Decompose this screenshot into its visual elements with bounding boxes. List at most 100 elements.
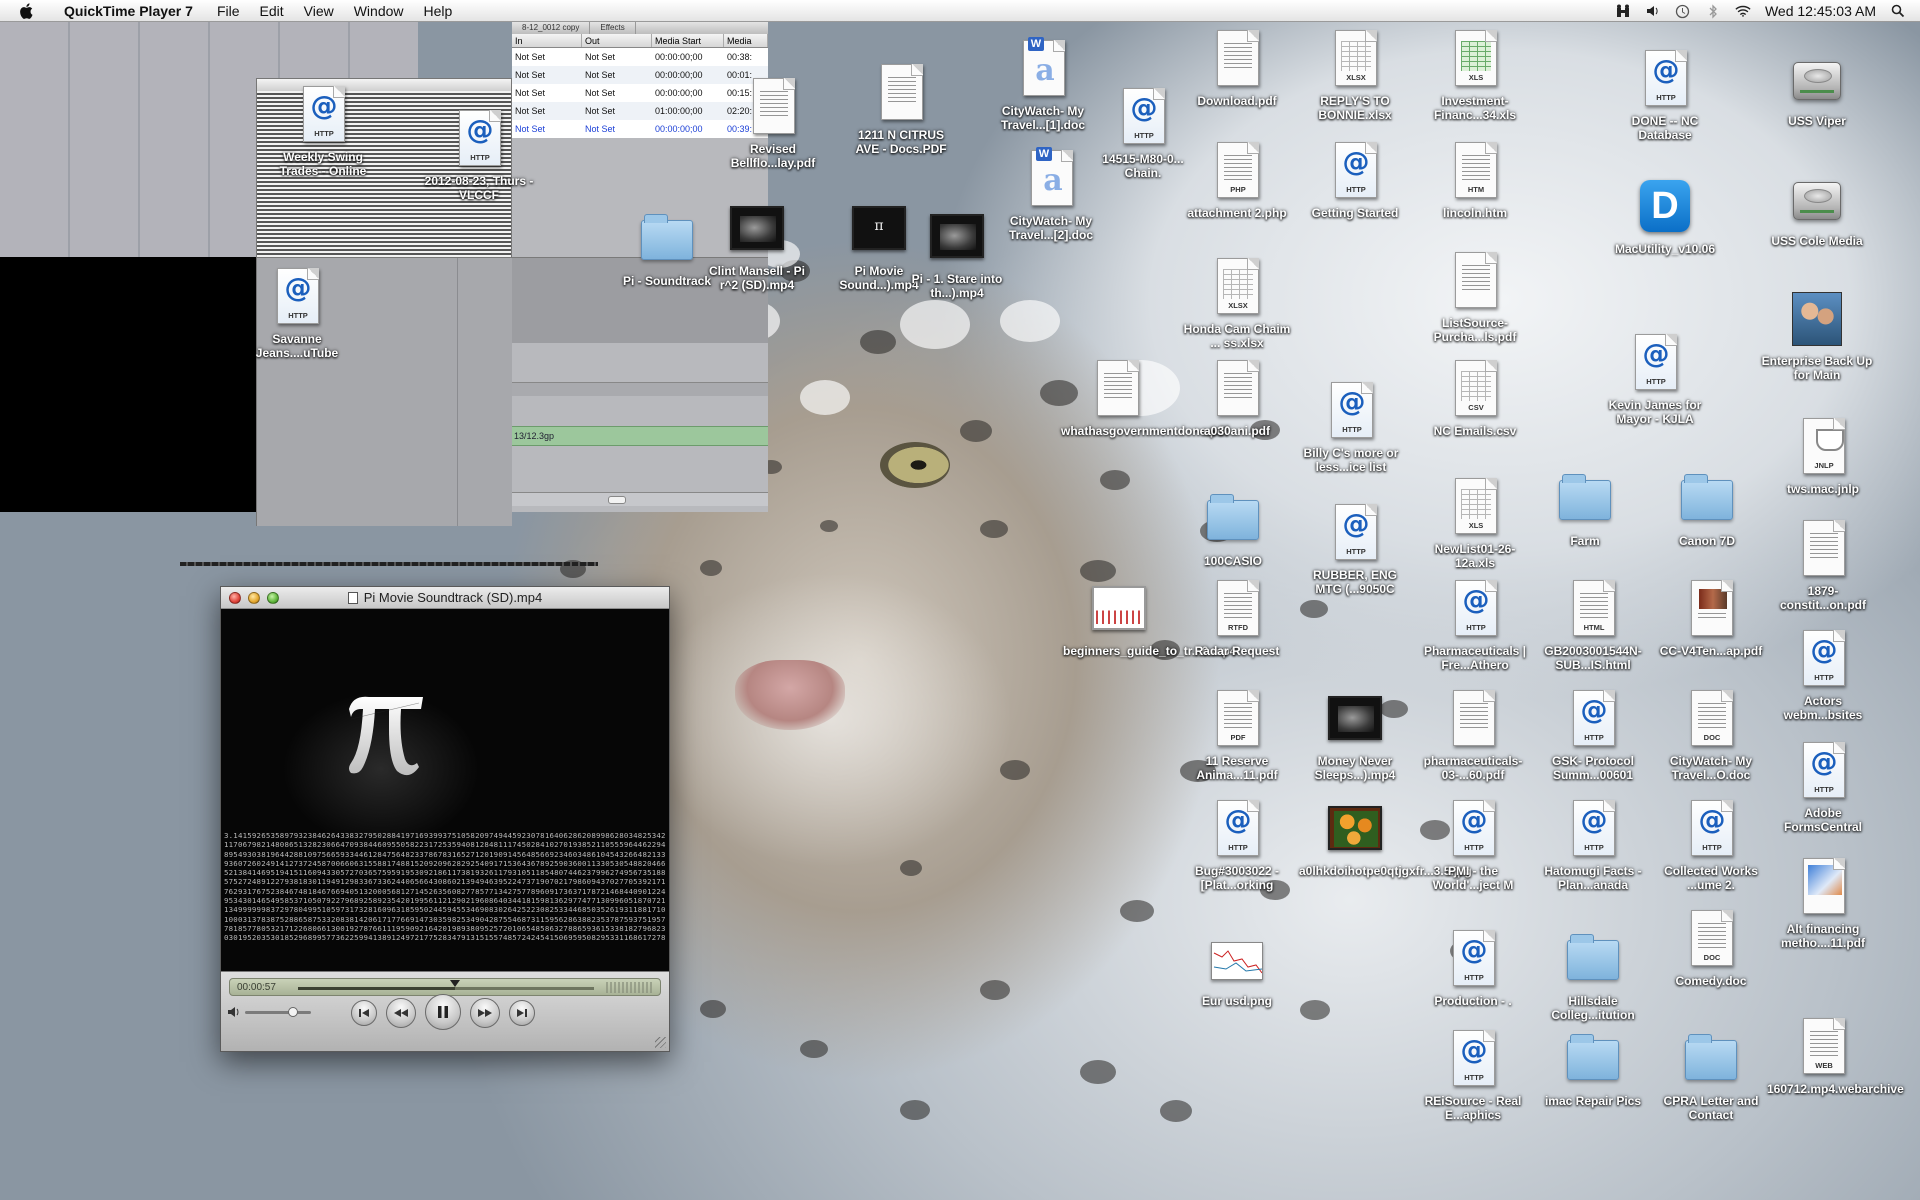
desktop-icon[interactable]: PDF 11 Reserve Anima...11.pdf xyxy=(1181,690,1293,782)
desktop-icon[interactable]: XLSX REPLY'S TO BONNIE.xlsx xyxy=(1299,30,1411,122)
desktop-icon[interactable]: HTM lincoln.htm xyxy=(1419,142,1531,220)
desktop-icon[interactable]: pharmaceuticals-03-...60.pdf xyxy=(1417,690,1529,782)
playback-track[interactable] xyxy=(298,980,594,990)
desktop-icon[interactable]: @ HTTP Collected Works ...ume 2. xyxy=(1655,800,1767,892)
desktop-icon[interactable]: @ HTTP Getting Started xyxy=(1299,142,1411,220)
desktop-icon[interactable]: WEB 160712.mp4.webarchive xyxy=(1767,1018,1904,1096)
desktop-icon[interactable]: Wa CityWatch- My Travel...[1].doc xyxy=(987,37,1099,132)
tab-clip[interactable]: 8-12_0012 copy xyxy=(512,22,591,34)
desktop-icon[interactable]: @ HTTP RUBBER, ENG MTG (...9050C xyxy=(1299,504,1411,596)
desktop-icon[interactable]: USS Viper xyxy=(1761,50,1873,128)
scrollbar-thumb[interactable] xyxy=(608,496,626,504)
desktop-icon[interactable]: a030ani.pdf xyxy=(1181,360,1293,438)
user-icon[interactable] xyxy=(1615,3,1631,19)
desktop-icon[interactable]: 1879-constit...on.pdf xyxy=(1767,520,1879,612)
desktop-icon[interactable]: beginners_guide_to_tr...0.mp4 xyxy=(1063,580,1236,658)
desktop-icon[interactable]: XLS Investment-Financ...34.xls xyxy=(1419,30,1531,122)
desktop-icon[interactable]: Farm xyxy=(1529,470,1641,548)
wifi-icon[interactable] xyxy=(1735,3,1751,19)
desktop-icon[interactable]: @ HTTP Hatomugi Facts - Plan...anada xyxy=(1537,800,1649,892)
desktop-icon[interactable]: @ HTTP PMI - the World'...ject M xyxy=(1417,800,1529,892)
apple-icon[interactable] xyxy=(20,2,34,19)
menu-app-name[interactable]: QuickTime Player 7 xyxy=(54,0,203,22)
resize-grip[interactable] xyxy=(655,1037,666,1048)
table-row[interactable]: Not Set Not Set 00:00:00;00 00:38: xyxy=(512,48,768,66)
zoom-button[interactable] xyxy=(267,592,279,604)
desktop-icon[interactable]: @ HTTP Pharmaceuticals | Fre...Athero xyxy=(1419,580,1531,672)
desktop-icon[interactable]: @ HTTP 2012-08-23, Thurs - VLCCF xyxy=(423,110,535,202)
desktop-icon[interactable]: a0lhkdoihotpe0qtjgxfr...3.5.jpg xyxy=(1299,800,1472,878)
volume-knob[interactable] xyxy=(287,1007,298,1017)
volume-icon[interactable] xyxy=(227,1006,241,1018)
desktop-icon[interactable]: Money Never Sleeps...).mp4 xyxy=(1299,690,1411,782)
desktop-icon[interactable]: Canon 7D xyxy=(1651,470,1763,548)
desktop-icon[interactable]: DOC Comedy.doc xyxy=(1655,910,1767,988)
menu-window[interactable]: Window xyxy=(344,0,414,22)
desktop-icon[interactable]: XLSX Honda Cam Chaim ... ss.xlsx xyxy=(1181,258,1293,350)
desktop-icon[interactable]: @ HTTP Bug#3003022 - [Plat...orking xyxy=(1181,800,1293,892)
desktop-icon[interactable]: Clint Mansell - Pi r^2 (SD).mp4 xyxy=(701,200,813,292)
menu-help[interactable]: Help xyxy=(414,0,463,22)
volume-icon[interactable] xyxy=(1645,3,1661,19)
desktop-icon[interactable]: @ HTTP Production - . xyxy=(1417,930,1529,1008)
column-media-start[interactable]: Media Start xyxy=(652,34,724,47)
desktop-icon[interactable]: D MacUtility_v10.06 xyxy=(1609,178,1721,256)
desktop-icon[interactable]: @ HTTP Weekly Swing Trades - Online xyxy=(267,86,379,178)
previous-button[interactable] xyxy=(351,1000,377,1026)
desktop-icon[interactable]: @ HTTP Savanne Jeans....uTube xyxy=(241,268,353,360)
playhead-handle[interactable] xyxy=(449,980,460,987)
quicktime-player-window[interactable]: Pi Movie Soundtrack (SD).mp4 3.141592653… xyxy=(220,586,670,1052)
menu-edit[interactable]: Edit xyxy=(250,0,294,22)
time-machine-icon[interactable] xyxy=(1675,3,1691,19)
desktop-icon[interactable]: XLS NewList01-26-12a.xls xyxy=(1419,478,1531,570)
desktop-icon[interactable]: CPRA Letter and Contact xyxy=(1655,1030,1767,1122)
desktop-icon[interactable]: imac Repair Pics xyxy=(1537,1030,1649,1108)
desktop-icon[interactable]: Download.pdf xyxy=(1181,30,1293,108)
desktop-icon[interactable]: Eur usd.png xyxy=(1181,930,1293,1008)
desktop-icon[interactable]: ListSource-Purcha...ls.pdf xyxy=(1419,252,1531,344)
spotlight-icon[interactable] xyxy=(1890,3,1906,19)
column-in[interactable]: In xyxy=(512,34,582,47)
desktop-icon[interactable]: 1211 N CITRUS AVE - Docs.PDF xyxy=(845,64,957,156)
menu-view[interactable]: View xyxy=(294,0,344,22)
minimize-button[interactable] xyxy=(248,592,260,604)
close-button[interactable] xyxy=(229,592,241,604)
desktop-icon[interactable]: @ HTTP Adobe FormsCentral xyxy=(1767,742,1879,834)
desktop-icon[interactable]: @ HTTP Billy C's more or less...ice list xyxy=(1295,382,1407,474)
desktop-icon[interactable]: @ HTTP Kevin James for Mayor - KJLA xyxy=(1599,334,1711,426)
desktop-icon[interactable]: Pi - 1. Stare into th...).mp4 xyxy=(901,208,1013,300)
desktop-icon[interactable]: @ HTTP Actors webm...bsites xyxy=(1767,630,1879,722)
desktop-icon[interactable]: RTFD Radar Request xyxy=(1181,580,1293,658)
desktop-icon[interactable]: 100CASIO xyxy=(1177,490,1289,568)
desktop-icon[interactable]: Enterprise Back Up for Main xyxy=(1761,290,1873,382)
desktop-icon[interactable]: PHP attachment 2.php xyxy=(1181,142,1293,220)
desktop-icon[interactable]: @ HTTP GSK- Protocol Summ...00601 xyxy=(1537,690,1649,782)
timeline-scrollbar[interactable] xyxy=(512,492,768,506)
desktop-icon[interactable]: DOC CityWatch- My Travel...O.doc xyxy=(1655,690,1767,782)
desktop-icon[interactable]: Hillsdale Colleg...itution xyxy=(1537,930,1649,1022)
bluetooth-icon[interactable] xyxy=(1705,3,1721,19)
volume-slider[interactable] xyxy=(245,1007,311,1017)
column-media-end[interactable]: Media xyxy=(724,34,768,47)
video-area[interactable]: 3.14159265358979323846264338327950288419… xyxy=(221,609,669,971)
desktop-icon[interactable]: Revised Bellflo...lay.pdf xyxy=(717,78,829,170)
desktop-icon[interactable]: CSV NC Emails.csv xyxy=(1419,360,1531,438)
desktop-icon[interactable]: USS Cole Media xyxy=(1761,170,1873,248)
next-button[interactable] xyxy=(509,1000,535,1026)
tab-effects[interactable]: Effects xyxy=(590,22,636,34)
desktop-icon[interactable]: JNLP tws.mac.jnlp xyxy=(1767,418,1879,496)
title-bar[interactable]: Pi Movie Soundtrack (SD).mp4 xyxy=(221,587,669,609)
desktop-icon[interactable]: whathasgovernmentdone.pdf xyxy=(1061,360,1228,438)
timeline-clip[interactable]: 13/12.3gp xyxy=(512,426,768,446)
menu-clock[interactable]: Wed 12:45:03 AM xyxy=(1765,3,1876,19)
pause-button[interactable] xyxy=(425,994,461,1030)
desktop-icon[interactable]: @ HTTP DONE -- NC Database xyxy=(1609,50,1721,142)
desktop-icon[interactable]: CC-V4Ten...ap.pdf xyxy=(1655,580,1767,658)
desktop-icon[interactable]: Alt financing metho....11.pdf xyxy=(1767,858,1879,950)
rewind-button[interactable] xyxy=(386,998,416,1028)
desktop-icon[interactable]: @ HTTP REiSource - Real E...aphics xyxy=(1417,1030,1529,1122)
column-out[interactable]: Out xyxy=(582,34,652,47)
fast-forward-button[interactable] xyxy=(470,998,500,1028)
desktop-icon[interactable]: HTML GB2003001544N-SUB...IS.html xyxy=(1537,580,1649,672)
menu-file[interactable]: File xyxy=(207,0,250,22)
